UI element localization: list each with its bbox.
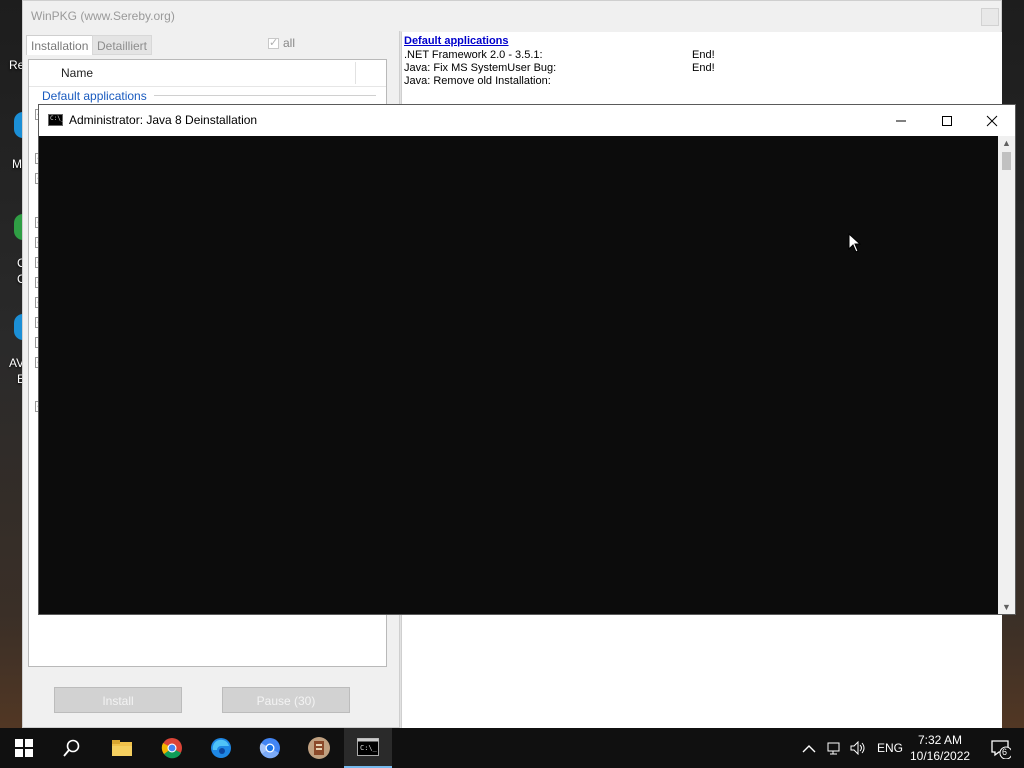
log-row-status: End! (692, 49, 715, 61)
file-explorer-button[interactable] (98, 728, 146, 768)
system-tray: ENG (802, 728, 903, 768)
scroll-up-icon[interactable]: ▲ (1002, 138, 1011, 148)
notification-count: 6 (1002, 747, 1008, 757)
chrome-icon (161, 738, 182, 759)
taskbar: C:\_ ENG 7:32 AM 10/16/2022 6 (0, 728, 1024, 768)
start-button[interactable] (0, 728, 48, 768)
clock-time: 7:32 AM (917, 733, 963, 747)
svg-text:C:\_: C:\_ (360, 744, 378, 752)
file-explorer-icon (112, 740, 132, 756)
mouse-cursor-icon (848, 233, 862, 253)
chromium-icon (259, 738, 280, 759)
select-all-checkbox[interactable]: all (268, 36, 295, 50)
network-icon[interactable] (827, 741, 843, 755)
log-row-label: Java: Remove old Installation: (404, 75, 551, 87)
console-title: Administrator: Java 8 Deinstallation (69, 113, 258, 127)
group-label: Default applications (42, 89, 147, 103)
close-button[interactable] (969, 105, 1015, 136)
maximize-button[interactable] (924, 105, 970, 136)
clock[interactable]: 7:32 AM 10/16/2022 (910, 732, 970, 764)
edge-button[interactable] (197, 728, 245, 768)
pause-button[interactable]: Pause (30) (222, 687, 350, 713)
log-row-label: .NET Framework 2.0 - 3.5.1: (404, 49, 543, 61)
column-separator[interactable] (355, 62, 356, 84)
volume-icon[interactable] (850, 741, 866, 755)
name-column-header[interactable]: Name (61, 66, 93, 80)
cmd-taskbar-button[interactable]: C:\_ (344, 728, 392, 768)
install-button[interactable]: Install (54, 687, 182, 713)
cmd-icon: C:\_ (48, 114, 65, 126)
close-button[interactable] (981, 8, 999, 26)
minimize-icon (896, 120, 906, 121)
language-indicator[interactable]: ENG (877, 741, 903, 755)
minimize-button[interactable] (878, 105, 924, 136)
clock-date: 10/16/2022 (910, 749, 971, 763)
log-row-label: Java: Fix MS SystemUser Bug: (404, 62, 557, 74)
scroll-thumb[interactable] (1002, 152, 1011, 170)
cmd-icon-text: C:\_ (50, 115, 65, 122)
desktop-label-m: M (12, 157, 22, 171)
log-title-link[interactable]: Default applications (404, 35, 509, 47)
console-window[interactable]: C:\_ Administrator: Java 8 Deinstallatio… (38, 104, 1016, 615)
tab-installation[interactable]: Installation (26, 35, 94, 55)
cmd-icon: C:\_ (357, 738, 379, 756)
winpkg-icon (308, 737, 330, 759)
search-icon (63, 739, 80, 757)
edge-icon (211, 738, 231, 758)
chevron-up-icon[interactable] (802, 743, 816, 753)
vertical-scrollbar[interactable]: ▲ ▼ (998, 136, 1015, 614)
window-title: WinPKG (www.Sereby.org) (31, 9, 175, 23)
windows-logo-icon (15, 739, 33, 757)
console-titlebar[interactable]: C:\_ Administrator: Java 8 Deinstallatio… (39, 105, 1015, 136)
select-all-label: all (283, 36, 296, 50)
chromium-button[interactable] (246, 728, 294, 768)
notification-icon (991, 740, 1011, 759)
maximize-icon (942, 115, 952, 126)
winpkg-button[interactable] (295, 728, 343, 768)
notification-button[interactable]: 6 (976, 728, 1024, 768)
group-divider (154, 95, 376, 96)
scroll-down-icon[interactable]: ▼ (1002, 602, 1011, 612)
log-row-status: End! (692, 62, 715, 74)
search-button[interactable] (48, 728, 96, 768)
close-icon (986, 115, 998, 126)
list-header: Name (29, 60, 386, 87)
checkbox-icon[interactable] (268, 36, 279, 49)
tab-detailliert[interactable]: Detailliert (92, 35, 153, 55)
chrome-button[interactable] (148, 728, 196, 768)
